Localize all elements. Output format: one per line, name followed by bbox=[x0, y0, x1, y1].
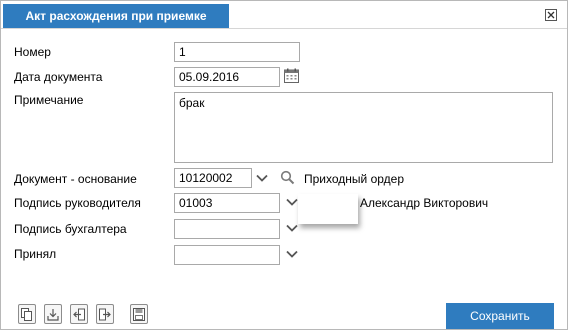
head-signature-name: Александр Викторович bbox=[360, 196, 489, 210]
save-disk-button[interactable] bbox=[130, 304, 148, 324]
note-textarea[interactable]: брак bbox=[174, 92, 553, 163]
export-button[interactable] bbox=[96, 304, 114, 324]
number-input[interactable]: 1 bbox=[174, 42, 300, 62]
title-divider bbox=[1, 28, 567, 29]
base-doc-type: Приходный ордер bbox=[304, 172, 404, 186]
export-icon bbox=[99, 308, 111, 321]
redaction-overlay bbox=[298, 194, 358, 224]
accepted-by-label: Принял bbox=[14, 247, 57, 261]
head-signature-label: Подпись руководителя bbox=[14, 196, 141, 210]
download-button[interactable] bbox=[44, 304, 62, 324]
dialog-window: Акт расхождения при приемке Номер 1 Дата… bbox=[0, 0, 568, 330]
dialog-title: Акт расхождения при приемке bbox=[3, 4, 229, 28]
copy-icon bbox=[21, 308, 32, 321]
note-label: Примечание bbox=[14, 93, 84, 107]
accountant-signature-input[interactable] bbox=[174, 219, 280, 239]
chevron-down-icon[interactable] bbox=[285, 195, 299, 209]
chevron-down-icon[interactable] bbox=[255, 171, 269, 185]
close-button[interactable] bbox=[545, 9, 557, 21]
chevron-down-icon[interactable] bbox=[285, 221, 299, 235]
head-signature-input[interactable]: 01003 bbox=[174, 193, 280, 213]
dialog-titlebar: Акт расхождения при приемке bbox=[1, 1, 567, 29]
base-doc-input[interactable]: 10120002 bbox=[174, 168, 252, 188]
number-label: Номер bbox=[14, 45, 51, 59]
save-button[interactable]: Сохранить bbox=[446, 303, 554, 329]
doc-date-label: Дата документа bbox=[14, 70, 103, 84]
search-icon[interactable] bbox=[280, 170, 295, 185]
calendar-icon[interactable] bbox=[284, 68, 299, 83]
import-icon bbox=[73, 308, 85, 321]
import-button[interactable] bbox=[70, 304, 88, 324]
copy-button[interactable] bbox=[18, 304, 36, 324]
chevron-down-icon[interactable] bbox=[285, 247, 299, 261]
base-doc-label: Документ - основание bbox=[14, 172, 137, 186]
doc-date-input[interactable]: 05.09.2016 bbox=[174, 67, 280, 87]
accountant-signature-label: Подпись бухгалтера bbox=[14, 222, 127, 236]
close-icon bbox=[547, 11, 555, 19]
save-disk-icon bbox=[133, 308, 145, 321]
accepted-by-input[interactable] bbox=[174, 245, 280, 265]
download-icon bbox=[47, 309, 59, 321]
